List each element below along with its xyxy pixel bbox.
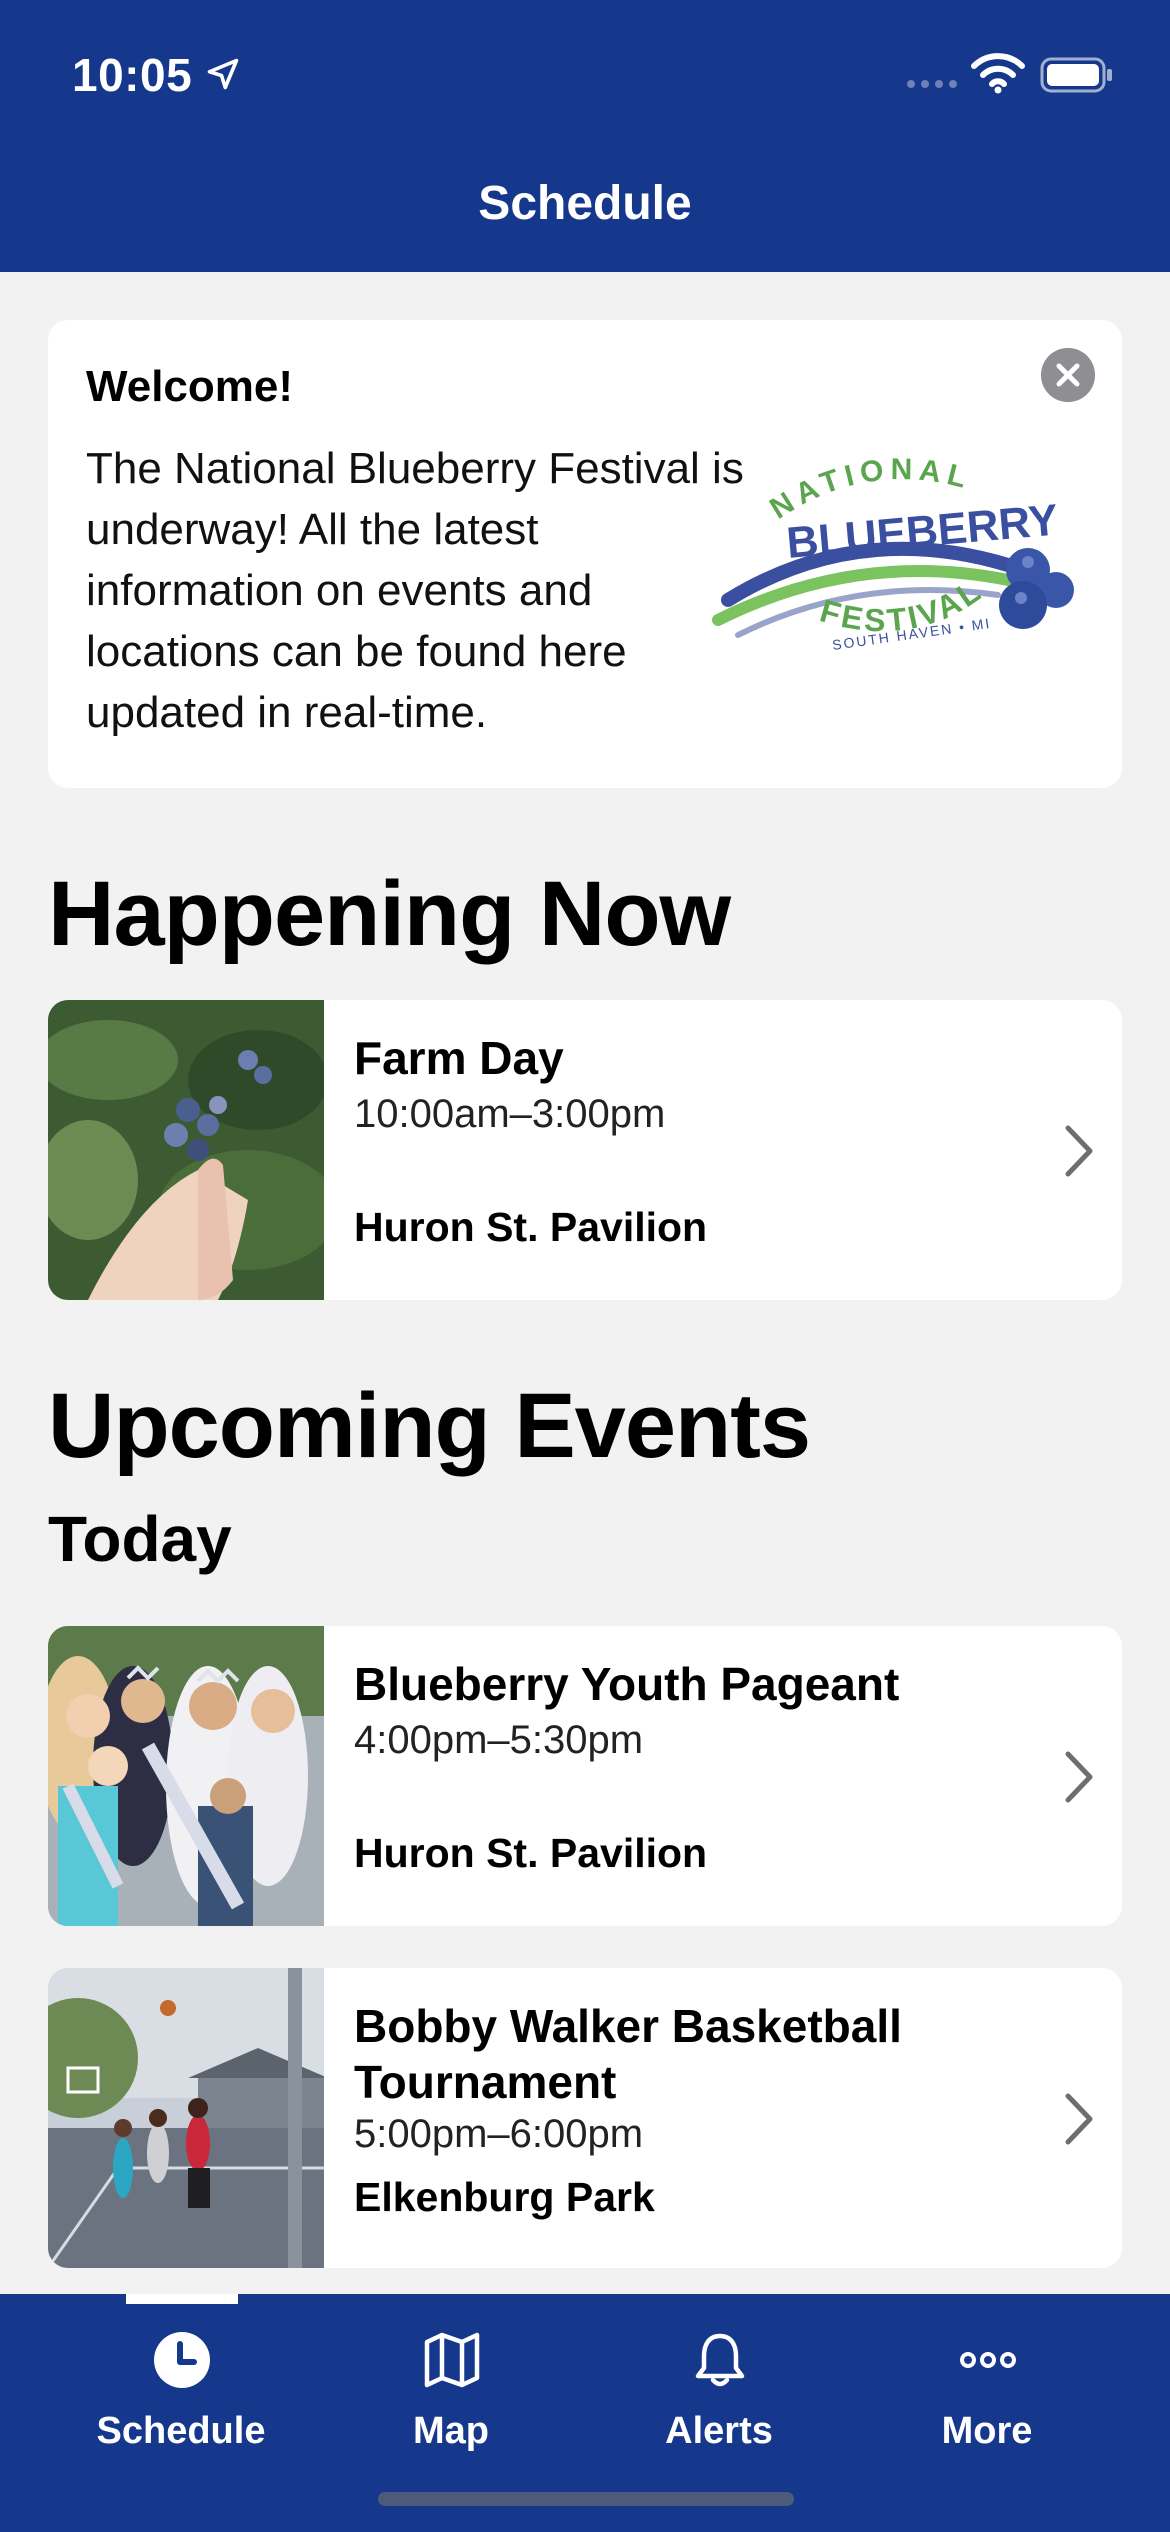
event-name: Bobby Walker Basketball Tournament — [354, 2000, 902, 2108]
more-icon — [960, 2352, 1016, 2368]
tab-label: More — [941, 2410, 1033, 2452]
bell-icon — [695, 2333, 745, 2387]
welcome-title: Welcome! — [86, 362, 294, 411]
event-time: 4:00pm–5:30pm — [354, 1718, 644, 1762]
tab-label: Map — [413, 2410, 489, 2452]
happening-now-heading: Happening Now — [48, 863, 731, 965]
chevron-right-icon — [1065, 1125, 1093, 1177]
battery-icon — [1040, 57, 1112, 93]
tab-alerts[interactable]: Alerts — [584, 2294, 854, 2464]
welcome-message: The National Blueberry Festival is under… — [86, 444, 744, 737]
event-time: 10:00am–3:00pm — [354, 1092, 666, 1136]
event-card-youth-pageant[interactable]: Blueberry Youth Pageant 4:00pm–5:30pm Hu… — [48, 1626, 1122, 1926]
nav-header: 10:05 Schedule — [0, 0, 1170, 272]
status-bar: 10:05 — [0, 0, 1170, 150]
event-card-farm-day[interactable]: Farm Day 10:00am–3:00pm Huron St. Pavili… — [48, 1000, 1122, 1300]
chevron-right-icon — [1065, 1751, 1093, 1803]
tab-schedule[interactable]: Schedule — [46, 2294, 316, 2464]
tab-label: Alerts — [665, 2410, 773, 2452]
close-welcome-button[interactable] — [1041, 348, 1095, 402]
event-location: Huron St. Pavilion — [354, 1830, 708, 1876]
map-icon — [424, 2332, 480, 2388]
event-thumbnail — [48, 1626, 324, 1926]
tab-label: Schedule — [96, 2410, 266, 2452]
event-thumbnail — [48, 1968, 324, 2268]
clock-icon — [154, 2332, 210, 2388]
event-thumbnail — [48, 1000, 324, 1300]
location-arrow-icon — [207, 58, 239, 90]
event-location: Elkenburg Park — [354, 2174, 655, 2220]
home-indicator — [378, 2492, 794, 2506]
chevron-right-icon — [1065, 2093, 1093, 2145]
tab-more[interactable]: More — [852, 2294, 1122, 2464]
welcome-card: Welcome! The National Blueberry Festival… — [48, 320, 1122, 788]
event-name: Blueberry Youth Pageant — [354, 1658, 900, 1710]
festival-logo: NATIONAL BLUEBERRY FESTIVAL SOUTH HAVEN … — [712, 453, 1074, 653]
page-title: Schedule — [478, 177, 692, 230]
today-subheading: Today — [48, 1503, 232, 1575]
event-name: Farm Day — [354, 1032, 564, 1084]
upcoming-events-heading: Upcoming Events — [48, 1375, 811, 1477]
event-time: 5:00pm–6:00pm — [354, 2112, 644, 2156]
tab-map[interactable]: Map — [316, 2294, 586, 2464]
cellular-signal-icon — [907, 80, 957, 88]
wifi-icon — [971, 53, 1025, 94]
status-time: 10:05 — [72, 49, 193, 101]
event-location: Huron St. Pavilion — [354, 1204, 708, 1250]
event-card-basketball-tournament[interactable]: Bobby Walker Basketball Tournament 5:00p… — [48, 1968, 1122, 2268]
